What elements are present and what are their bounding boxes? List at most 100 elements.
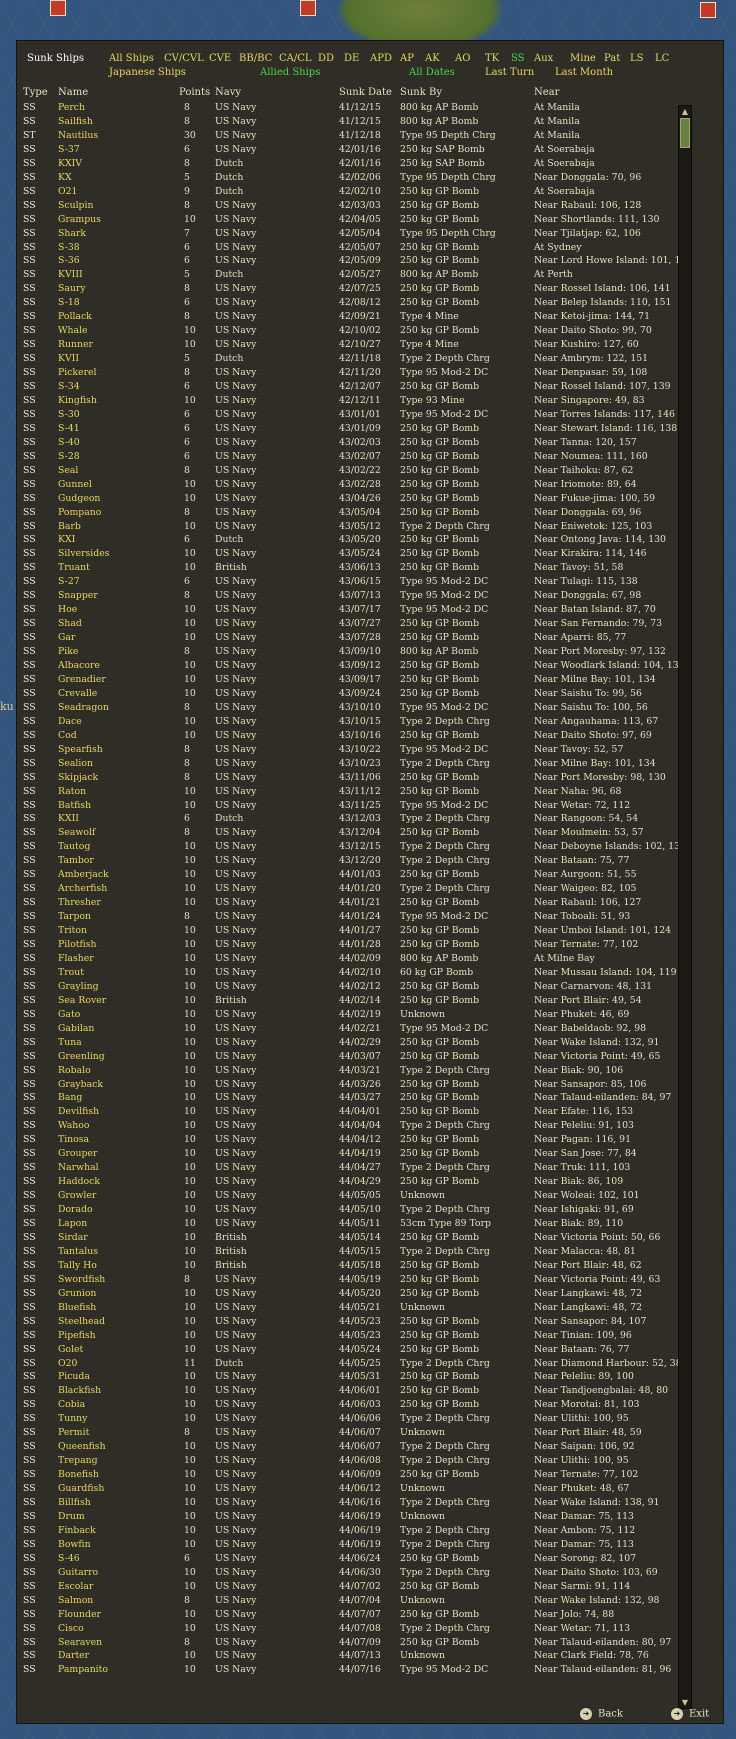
table-row[interactable]: SS Devilfish 10 US Navy 44/04/01 250 kg GP Bo…: [17, 1105, 697, 1119]
table-row[interactable]: SS Saury 8 US Navy 42/07/25 250 kg GP Bomb Nea…: [17, 282, 697, 296]
table-row[interactable]: SS Kingfish 10 US Navy 42/12/11 Type 93 Mine N…: [17, 394, 697, 408]
table-row[interactable]: SS Steelhead 10 US Navy 44/05/23 250 kg GP Bo…: [17, 1315, 697, 1329]
table-row[interactable]: SS Sirdar 10 British 44/05/14 250 kg GP Bomb N…: [17, 1231, 697, 1245]
table-row[interactable]: SS KX 5 Dutch 42/02/06 Type 95 Depth Chrg Near…: [17, 171, 697, 185]
table-row[interactable]: SS Pickerel 8 US Navy 42/11/20 Type 95 Mod-2 …: [17, 366, 697, 380]
table-row[interactable]: SS Raton 10 US Navy 43/11/12 250 kg GP Bomb Ne…: [17, 785, 697, 799]
table-row[interactable]: SS Swordfish 8 US Navy 44/05/19 250 kg GP Bom…: [17, 1273, 697, 1287]
table-row[interactable]: SS Grunion 10 US Navy 44/05/20 250 kg GP Bomb…: [17, 1287, 697, 1301]
filter-all-ships[interactable]: All Ships: [109, 53, 154, 64]
filter-ao[interactable]: AO: [455, 53, 470, 64]
table-row[interactable]: SS KVIII 5 Dutch 42/05/27 800 kg AP Bomb At Pe…: [17, 268, 697, 282]
table-row[interactable]: SS Guardfish 10 US Navy 44/06/12 Unknown Near …: [17, 1482, 697, 1496]
filter-de[interactable]: DE: [344, 53, 359, 64]
filter-cve[interactable]: CVE: [209, 53, 231, 64]
table-row[interactable]: SS Growler 10 US Navy 44/05/05 Unknown Near Wo…: [17, 1189, 697, 1203]
table-row[interactable]: SS Crevalle 10 US Navy 43/09/24 250 kg GP Bom…: [17, 687, 697, 701]
table-row[interactable]: SS Sailfish 8 US Navy 41/12/15 800 kg AP Bomb…: [17, 115, 697, 129]
filter-pat[interactable]: Pat: [604, 53, 620, 64]
table-row[interactable]: SS Trout 10 US Navy 44/02/10 60 kg GP Bomb Nea…: [17, 966, 697, 980]
table-row[interactable]: SS Tuna 10 US Navy 44/02/29 250 kg GP Bomb Nea…: [17, 1036, 697, 1050]
filter-ak[interactable]: AK: [425, 53, 440, 64]
table-row[interactable]: SS Grayling 10 US Navy 44/02/12 250 kg GP Bom…: [17, 980, 697, 994]
table-row[interactable]: SS Truant 10 British 43/06/13 250 kg GP Bomb N…: [17, 561, 697, 575]
table-row[interactable]: SS KXI 6 Dutch 43/05/20 250 kg GP Bomb Near On…: [17, 533, 697, 547]
table-row[interactable]: SS Cobia 10 US Navy 44/06/03 250 kg GP Bomb Ne…: [17, 1398, 697, 1412]
table-row[interactable]: SS S-38 6 US Navy 42/05/07 250 kg GP Bomb At S…: [17, 241, 697, 255]
table-row[interactable]: SS Dace 10 US Navy 43/10/15 Type 2 Depth Chrg…: [17, 715, 697, 729]
table-row[interactable]: SS Seal 8 US Navy 43/02/22 250 kg GP Bomb Near…: [17, 464, 697, 478]
table-row[interactable]: SS S-40 6 US Navy 43/02/03 250 kg GP Bomb Near…: [17, 436, 697, 450]
table-row[interactable]: SS Tunny 10 US Navy 44/06/06 Type 2 Depth Chr…: [17, 1412, 697, 1426]
table-row[interactable]: SS Sculpin 8 US Navy 42/03/03 250 kg GP Bomb N…: [17, 199, 697, 213]
filter-japanese-ships[interactable]: Japanese Ships: [109, 67, 186, 78]
table-row[interactable]: SS Tarpon 8 US Navy 44/01/24 Type 95 Mod-2 DC…: [17, 910, 697, 924]
filter-lc[interactable]: LC: [655, 53, 669, 64]
table-row[interactable]: SS Barb 10 US Navy 43/05/12 Type 2 Depth Chrg…: [17, 520, 697, 534]
table-row[interactable]: SS Bang 10 US Navy 44/03/27 250 kg GP Bomb Nea…: [17, 1091, 697, 1105]
table-row[interactable]: SS KVII 5 Dutch 42/11/18 Type 2 Depth Chrg Nea…: [17, 352, 697, 366]
table-row[interactable]: SS S-34 6 US Navy 42/12/07 250 kg GP Bomb Near…: [17, 380, 697, 394]
table-row[interactable]: SS Grouper 10 US Navy 44/04/19 250 kg GP Bomb…: [17, 1147, 697, 1161]
table-row[interactable]: SS Batfish 10 US Navy 43/11/25 Type 95 Mod-2 …: [17, 799, 697, 813]
table-row[interactable]: SS Shark 7 US Navy 42/05/04 Type 95 Depth Chr…: [17, 227, 697, 241]
table-row[interactable]: SS Narwhal 10 US Navy 44/04/27 Type 2 Depth C…: [17, 1161, 697, 1175]
table-row[interactable]: SS Salmon 8 US Navy 44/07/04 Unknown Near Wake…: [17, 1594, 697, 1608]
map-unit-token[interactable]: [700, 2, 716, 18]
scroll-down-icon[interactable]: ▼: [680, 1698, 690, 1707]
table-row[interactable]: SS Hoe 10 US Navy 43/07/17 Type 95 Mod-2 DC Ne…: [17, 603, 697, 617]
table-row[interactable]: SS Pollack 8 US Navy 42/09/21 Type 4 Mine Near…: [17, 310, 697, 324]
table-row[interactable]: SS S-46 6 US Navy 44/06/24 250 kg GP Bomb Near…: [17, 1552, 697, 1566]
table-row[interactable]: SS Snapper 8 US Navy 43/07/13 Type 95 Mod-2 D…: [17, 589, 697, 603]
table-row[interactable]: SS Wahoo 10 US Navy 44/04/04 Type 2 Depth Chr…: [17, 1119, 697, 1133]
table-row[interactable]: SS Albacore 10 US Navy 43/09/12 250 kg GP Bom…: [17, 659, 697, 673]
table-row[interactable]: SS Gunnel 10 US Navy 43/02/28 250 kg GP Bomb N…: [17, 478, 697, 492]
table-row[interactable]: SS Cod 10 US Navy 43/10/16 250 kg GP Bomb Near…: [17, 729, 697, 743]
table-row[interactable]: SS Shad 10 US Navy 43/07/27 250 kg GP Bomb Nea…: [17, 617, 697, 631]
table-row[interactable]: SS Cisco 10 US Navy 44/07/08 Type 2 Depth Chr…: [17, 1622, 697, 1636]
col-points[interactable]: Points: [179, 87, 210, 98]
table-row[interactable]: SS S-37 6 US Navy 42/01/16 250 kg SAP Bomb At …: [17, 143, 697, 157]
table-row[interactable]: SS Tinosa 10 US Navy 44/04/12 250 kg GP Bomb N…: [17, 1133, 697, 1147]
map-unit-token[interactable]: [300, 0, 316, 16]
table-row[interactable]: SS Gudgeon 10 US Navy 43/04/26 250 kg GP Bomb…: [17, 492, 697, 506]
col-near[interactable]: Near: [534, 87, 559, 98]
filter-ca-cl[interactable]: CA/CL: [279, 53, 312, 64]
table-row[interactable]: SS Gato 10 US Navy 44/02/19 Unknown Near Phuke…: [17, 1008, 697, 1022]
table-row[interactable]: SS Robalo 10 US Navy 44/03/21 Type 2 Depth Ch…: [17, 1064, 697, 1078]
table-row[interactable]: SS Grenadier 10 US Navy 43/09/17 250 kg GP Bo…: [17, 673, 697, 687]
filter-cv-cvl[interactable]: CV/CVL: [164, 53, 204, 64]
table-row[interactable]: SS Tally Ho 10 British 44/05/18 250 kg GP Bom…: [17, 1259, 697, 1273]
col-navy[interactable]: Navy: [215, 87, 241, 98]
table-row[interactable]: SS Picuda 10 US Navy 44/05/31 250 kg GP Bomb N…: [17, 1370, 697, 1384]
table-row[interactable]: SS Grayback 10 US Navy 44/03/26 250 kg GP Bom…: [17, 1078, 697, 1092]
table-row[interactable]: SS Archerfish 10 US Navy 44/01/20 Type 2 Dept…: [17, 882, 697, 896]
filter-last-turn[interactable]: Last Turn: [485, 67, 534, 78]
table-row[interactable]: SS Billfish 10 US Navy 44/06/16 Type 2 Depth …: [17, 1496, 697, 1510]
table-row[interactable]: SS Pike 8 US Navy 43/09/10 800 kg AP Bomb Near…: [17, 645, 697, 659]
back-button[interactable]: ➜ Back: [580, 1708, 623, 1720]
table-row[interactable]: SS Seawolf 8 US Navy 43/12/04 250 kg GP Bomb N…: [17, 826, 697, 840]
filter-mine[interactable]: Mine: [570, 53, 596, 64]
table-row[interactable]: SS Spearfish 8 US Navy 43/10/22 Type 95 Mod-2…: [17, 743, 697, 757]
table-row[interactable]: SS S-30 6 US Navy 43/01/01 Type 95 Mod-2 DC Ne…: [17, 408, 697, 422]
table-row[interactable]: SS Pipefish 10 US Navy 44/05/23 250 kg GP Bom…: [17, 1329, 697, 1343]
table-row[interactable]: SS Triton 10 US Navy 44/01/27 250 kg GP Bomb N…: [17, 924, 697, 938]
table-row[interactable]: SS Skipjack 8 US Navy 43/11/06 250 kg GP Bomb…: [17, 771, 697, 785]
table-row[interactable]: SS Tantalus 10 British 44/05/15 Type 2 Depth …: [17, 1245, 697, 1259]
table-row[interactable]: SS Flasher 10 US Navy 44/02/09 800 kg AP Bomb…: [17, 952, 697, 966]
filter-all-dates[interactable]: All Dates: [409, 67, 455, 78]
table-row[interactable]: SS Gar 10 US Navy 43/07/28 250 kg GP Bomb Near…: [17, 631, 697, 645]
table-row[interactable]: SS Trepang 10 US Navy 44/06/08 Type 2 Depth C…: [17, 1454, 697, 1468]
filter-last-month[interactable]: Last Month: [555, 67, 613, 78]
table-row[interactable]: SS Bowfin 10 US Navy 44/06/19 Type 2 Depth Ch…: [17, 1538, 697, 1552]
col-sunk-by[interactable]: Sunk By: [400, 87, 442, 98]
table-row[interactable]: SS Queenfish 10 US Navy 44/06/07 Type 2 Depth…: [17, 1440, 697, 1454]
table-row[interactable]: SS Greenling 10 US Navy 44/03/07 250 kg GP Bo…: [17, 1050, 697, 1064]
table-row[interactable]: SS Bonefish 10 US Navy 44/06/09 250 kg GP Bom…: [17, 1468, 697, 1482]
filter-aux[interactable]: Aux: [534, 53, 553, 64]
table-row[interactable]: SS Lapon 10 US Navy 44/05/11 53cm Type 89 Tor…: [17, 1217, 697, 1231]
table-row[interactable]: SS Whale 10 US Navy 42/10/02 250 kg GP Bomb Ne…: [17, 324, 697, 338]
table-row[interactable]: SS Escolar 10 US Navy 44/07/02 250 kg GP Bomb…: [17, 1580, 697, 1594]
table-row[interactable]: SS Runner 10 US Navy 42/10/27 Type 4 Mine Near…: [17, 338, 697, 352]
